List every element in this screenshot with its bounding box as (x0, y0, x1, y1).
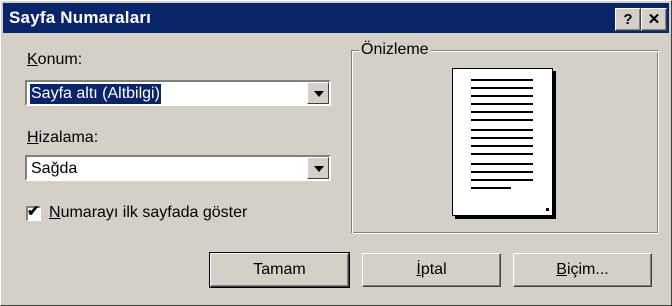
preview-text-line (471, 145, 533, 147)
preview-legend: Önizleme (359, 41, 431, 59)
preview-text-line (471, 129, 533, 131)
preview-text-line (471, 179, 533, 181)
show-on-first-page-label[interactable]: Numarayı ilk sayfada göster (49, 204, 247, 222)
preview-text-line (471, 137, 533, 139)
alignment-select[interactable]: Sağda (25, 155, 331, 181)
dialog-title: Sayfa Numaraları (9, 8, 152, 27)
preview-page-number (546, 208, 549, 211)
page-numbers-dialog: Sayfa Numaraları ? ✕ Konum: Sayfa altı (… (0, 0, 672, 306)
help-button[interactable]: ? (615, 8, 641, 31)
position-label: Konum: (27, 51, 83, 68)
preview-text-line (471, 79, 533, 81)
preview-text-line (471, 187, 511, 189)
preview-text-line (471, 111, 533, 113)
preview-text-line (471, 103, 533, 105)
title-bar: Sayfa Numaraları ? ✕ (3, 3, 669, 33)
checkmark-icon: ✔ (27, 203, 40, 220)
position-select[interactable]: Sayfa altı (Altbilgi) (25, 80, 331, 106)
chevron-down-icon (314, 91, 324, 97)
preview-text-line (471, 87, 533, 89)
position-dropdown-button[interactable] (307, 82, 329, 104)
cancel-button[interactable]: İptal (362, 253, 501, 287)
position-value: Sayfa altı (Altbilgi) (29, 83, 162, 105)
format-button[interactable]: Biçim... (513, 253, 652, 287)
close-button[interactable]: ✕ (641, 8, 667, 31)
ok-button[interactable]: Tamam (209, 252, 350, 288)
preview-text-line (471, 163, 533, 165)
preview-text-line (471, 95, 533, 97)
chevron-down-icon (314, 166, 324, 172)
alignment-dropdown-button[interactable] (307, 157, 329, 179)
preview-text-line (471, 153, 533, 155)
page-preview (452, 68, 553, 216)
preview-text-line (471, 171, 533, 173)
preview-text-line (471, 119, 533, 121)
show-on-first-page-checkbox[interactable]: ✔ (26, 203, 41, 221)
alignment-value: Sağda (31, 160, 78, 177)
alignment-label: Hizalama: (27, 129, 99, 146)
